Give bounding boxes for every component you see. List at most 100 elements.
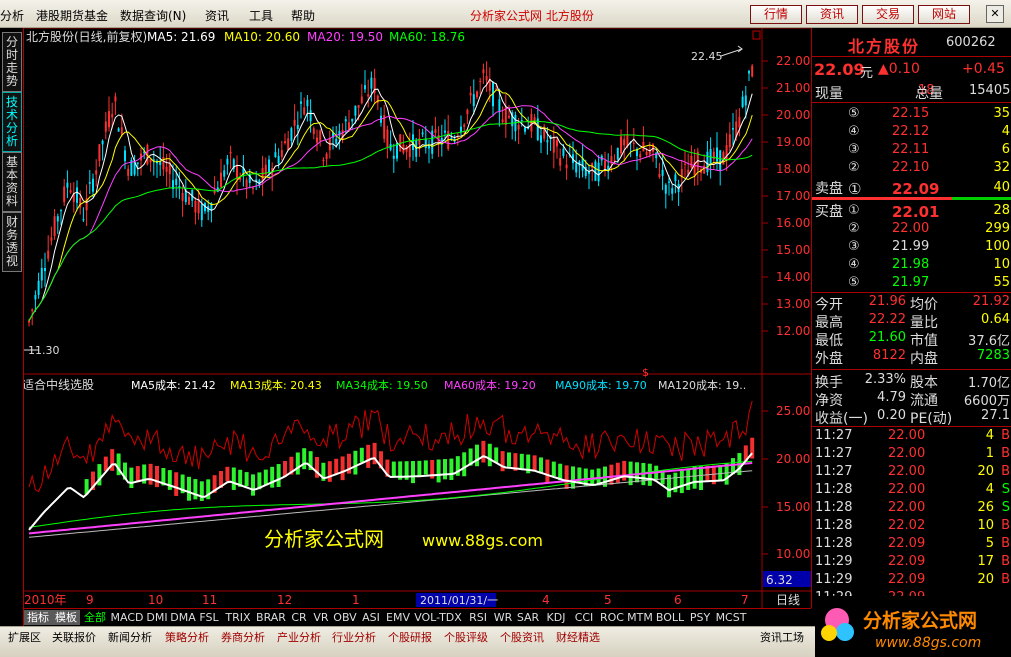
indicator-tab[interactable]: EMV [384, 610, 412, 625]
fund-value: 27.1 [981, 408, 1010, 423]
ask-row[interactable]: ③ 22.11 6 [812, 142, 1011, 160]
trade-button[interactable]: 交易 [862, 5, 914, 24]
bid-row[interactable]: ③ 21.99 100 [812, 239, 1011, 257]
indicator-tab[interactable]: RSI [464, 610, 492, 625]
website-button[interactable]: 网站 [918, 5, 970, 24]
indicator-tab[interactable]: ROC [598, 610, 626, 625]
stats-row[interactable]: 今开 21.96 均价 21.92 [812, 294, 1011, 313]
menu-item-data-query[interactable]: 数据查询(N) [120, 7, 186, 24]
indicator-tab[interactable]: 全部 [80, 610, 110, 625]
taskbar-item[interactable]: 策略分析 [165, 630, 209, 646]
tab-basic-info[interactable]: 基本资料 [2, 152, 22, 212]
taskbar-item[interactable]: 资讯工场 [760, 630, 804, 646]
fundamentals-row[interactable]: 净资 4.79 流通 6600万 [812, 390, 1011, 409]
bid-row[interactable]: ④ 21.98 10 [812, 257, 1011, 275]
taskbar-item[interactable]: 券商分析 [221, 630, 265, 646]
chart-area[interactable]: 北方股份(日线,前复权) MA5: 21.69 MA10: 20.60 MA20… [22, 27, 811, 608]
bid-volume: 55 [993, 275, 1010, 290]
taskbar-item[interactable]: 个股研报 [388, 630, 432, 646]
indicator-tab[interactable]: VR [310, 610, 332, 625]
tab-finance[interactable]: 财务透视 [2, 212, 22, 272]
bid-row[interactable]: ⑤ 21.97 55 [812, 275, 1011, 293]
indicator-tab[interactable]: MACD [110, 610, 144, 625]
indicator-tab[interactable]: BRAR [254, 610, 288, 625]
indicator-tab[interactable]: CCI [570, 610, 598, 625]
indicator-tab[interactable]: MCST [714, 610, 748, 625]
menu-item-help[interactable]: 帮助 [291, 7, 315, 24]
indicator-tab[interactable]: 指标 [24, 610, 52, 625]
dollar-marker: $ [642, 366, 649, 379]
tick-row[interactable]: 11:27 22.00 20 B [812, 464, 1011, 482]
tick-volume: 10 [977, 518, 994, 533]
ask-volume: 32 [993, 160, 1010, 175]
tick-volume: 26 [977, 500, 994, 515]
tab-technical[interactable]: 技术分析 [2, 92, 22, 152]
indicator-tab[interactable]: FSL [196, 610, 222, 625]
indicator-tab[interactable]: PSY [686, 610, 714, 625]
ask-row[interactable]: ⑤ 22.15 35 [812, 106, 1011, 124]
sub-ma60-label: MA60成本: 19.20 [444, 378, 536, 392]
ask-row[interactable]: ② 22.10 32 [812, 160, 1011, 178]
bid-level: ④ [848, 257, 860, 272]
menu-item-hk-futures[interactable]: 港股期货基金 [36, 7, 108, 24]
tick-row[interactable]: 11:27 22.00 1 B [812, 446, 1011, 464]
tick-row[interactable]: 11:29 22.09 20 B [812, 572, 1011, 590]
stats-row[interactable]: 外盘 8122 内盘 7283 [812, 348, 1011, 367]
tick-row[interactable]: 11:28 22.09 5 B [812, 536, 1011, 554]
menu-item-tools[interactable]: 工具 [249, 7, 273, 24]
indicator-tab[interactable]: 模板 [52, 610, 80, 625]
tick-time: 11:28 [815, 536, 853, 551]
expand-icon[interactable] [752, 30, 761, 40]
ask-row[interactable]: ① 22.09 40 [812, 180, 1011, 198]
indicator-tab[interactable]: CR [288, 610, 310, 625]
tick-row[interactable]: 11:29 22.09 17 B [812, 554, 1011, 572]
tick-row[interactable]: 11:28 22.02 10 B [812, 518, 1011, 536]
bid-price: 21.98 [892, 257, 930, 272]
fund-value: 6600万 [963, 394, 1010, 409]
tab-intraday[interactable]: 分时走势 [2, 32, 22, 92]
taskbar-item[interactable]: 个股资讯 [500, 630, 544, 646]
fundamentals-row[interactable]: 收益(一) 0.20 PE(动) 27.1 [812, 408, 1011, 427]
menu-item-news[interactable]: 资讯 [205, 7, 229, 24]
total-volume: 15405 [969, 83, 1011, 98]
fund-value: 2.33% [864, 372, 906, 387]
taskbar-item[interactable]: 行业分析 [332, 630, 376, 646]
bid-row[interactable]: ② 22.00 299 [812, 221, 1011, 239]
stats-row[interactable]: 最高 22.22 量比 0.64 [812, 312, 1011, 331]
indicator-tab[interactable]: TRIX [222, 610, 254, 625]
taskbar-item[interactable]: 财经精选 [556, 630, 600, 646]
taskbar-item[interactable]: 新闻分析 [108, 630, 152, 646]
indicator-tab[interactable]: WR [492, 610, 514, 625]
indicator-tab[interactable]: DMA [170, 610, 196, 625]
quote-button[interactable]: 行情 [750, 5, 802, 24]
indicator-tab[interactable]: OBV [332, 610, 358, 625]
stats-row[interactable]: 最低 21.60 市值 37.6亿 [812, 330, 1011, 349]
indicator-tab[interactable]: BOLL [654, 610, 686, 625]
taskbar-item[interactable]: 个股评级 [444, 630, 488, 646]
indicator-tab[interactable]: VOL-TDX [412, 610, 464, 625]
close-icon[interactable]: ✕ [986, 5, 1004, 23]
ask-row[interactable]: ④ 22.12 4 [812, 124, 1011, 142]
menu-item-analysis[interactable]: 分析 [0, 7, 24, 24]
period-label[interactable]: 日线 [776, 593, 800, 607]
indicator-tab[interactable]: MTM [626, 610, 654, 625]
chart-svg[interactable]: 北方股份(日线,前复权) MA5: 21.69 MA10: 20.60 MA20… [22, 27, 811, 608]
news-button[interactable]: 资讯 [806, 5, 858, 24]
tick-side: S [1001, 482, 1010, 497]
ask-price: 22.11 [892, 142, 930, 157]
indicator-tab[interactable]: SAR [514, 610, 542, 625]
indicator-tab[interactable]: ASI [358, 610, 384, 625]
taskbar-item[interactable]: 产业分析 [277, 630, 321, 646]
fundamentals-row[interactable]: 换手 2.33% 股本 1.70亿 [812, 372, 1011, 391]
tick-row[interactable]: 11:28 22.00 26 S [812, 500, 1011, 518]
fund-label: 净资 [815, 393, 843, 409]
tick-row[interactable]: 11:28 22.00 4 S [812, 482, 1011, 500]
bid-row[interactable]: ① 22.01 28 [812, 203, 1011, 221]
tick-row[interactable]: 11:27 22.00 4 B [812, 428, 1011, 446]
taskbar-item[interactable]: 关联报价 [52, 630, 96, 646]
indicator-tab[interactable]: KDJ [542, 610, 570, 625]
taskbar-item[interactable]: 扩展区 [8, 630, 41, 646]
main-ma20-label: MA20: 19.50 [307, 30, 383, 44]
indicator-tab[interactable]: DMI [144, 610, 170, 625]
left-tab-bar: 分时走势 技术分析 基本资料 财务透视 [0, 28, 24, 626]
